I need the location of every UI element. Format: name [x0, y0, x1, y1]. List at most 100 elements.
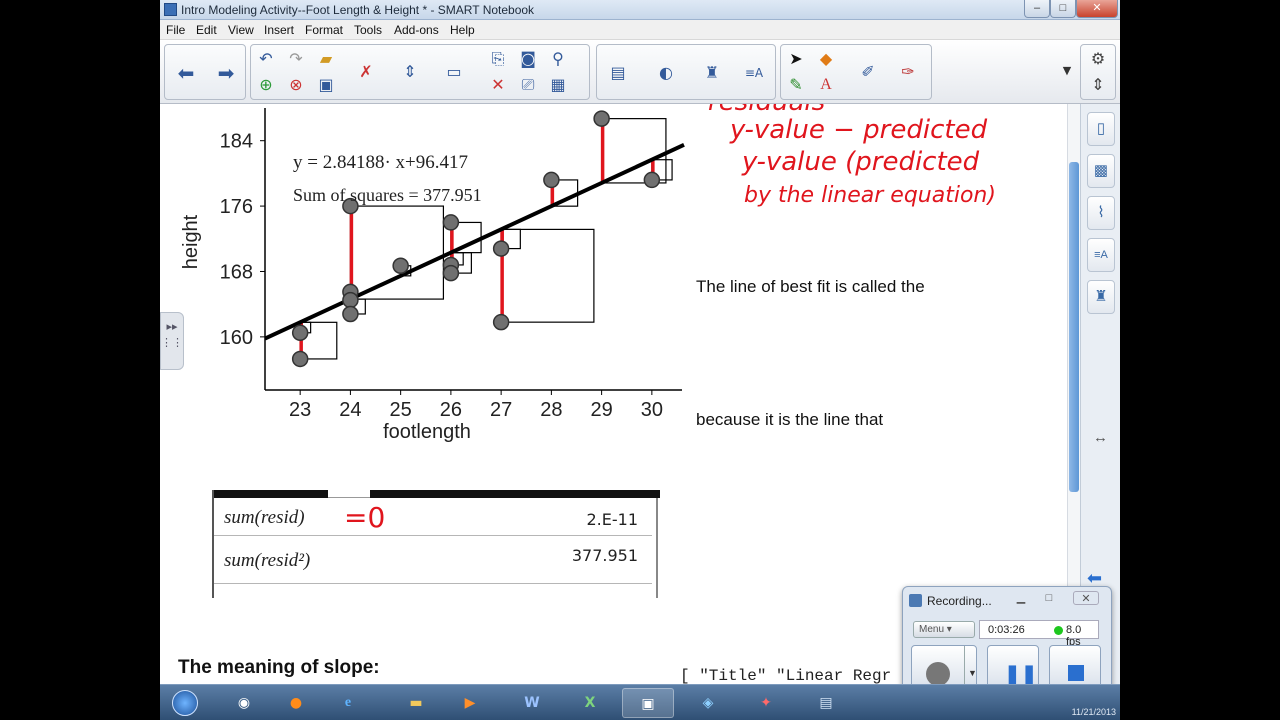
- gear-icon[interactable]: ⚙: [1087, 48, 1109, 70]
- maximize-button[interactable]: □: [1050, 0, 1076, 18]
- new-page-icon[interactable]: ⊕: [255, 74, 277, 96]
- y-axis-label: height: [180, 214, 202, 269]
- clear-ink-icon[interactable]: ✗: [355, 61, 377, 83]
- table-icon[interactable]: ▦: [547, 74, 569, 96]
- y-tick-label: 160: [220, 327, 253, 349]
- y-tick-label: 176: [220, 196, 253, 218]
- partially-visible-list: [ "Title" "Linear Regr: [680, 667, 892, 684]
- elapsed-time: 0:03:26: [988, 624, 1025, 636]
- menu-addons[interactable]: Add-ons: [394, 23, 439, 37]
- text-icon[interactable]: A: [815, 74, 837, 96]
- previous-page-icon[interactable]: ⬅: [175, 62, 197, 84]
- save-icon[interactable]: ▣: [315, 74, 337, 96]
- magnifier-icon[interactable]: ⚲: [547, 48, 569, 70]
- redo-icon[interactable]: ↷: [285, 48, 307, 70]
- handwriting-line-3: y-value (predicted: [741, 147, 980, 177]
- eraser-icon[interactable]: ✑: [897, 61, 919, 83]
- recorder-close-button[interactable]: ✕: [1073, 591, 1099, 605]
- ti-taskbar-icon[interactable]: ✦: [740, 688, 792, 718]
- menu-help[interactable]: Help: [450, 23, 475, 37]
- data-point: [593, 110, 610, 127]
- firefox-taskbar-icon[interactable]: ●: [270, 688, 322, 718]
- undo-icon[interactable]: ↶: [255, 48, 277, 70]
- data-point: [291, 324, 309, 342]
- internet-explorer-taskbar-icon[interactable]: e: [322, 688, 374, 718]
- scrollbar-thumb[interactable]: [1069, 162, 1079, 492]
- windows-logo-icon: [172, 690, 198, 716]
- windows-taskbar: ◉ ● e ▬ ▶ W X ▣ ◈ ✦ ▤ 11/21/2013: [160, 684, 1120, 720]
- paste-icon[interactable]: ⎘: [487, 48, 509, 70]
- measurement-icon[interactable]: ≡A: [743, 62, 765, 84]
- start-button[interactable]: [164, 688, 208, 718]
- delete-icon[interactable]: ✕: [487, 74, 509, 96]
- best-fit-text: The line of best fit is called the: [696, 277, 925, 296]
- creative-pen-icon[interactable]: ✐: [857, 61, 879, 83]
- move-toolbar-icon[interactable]: ⇕: [1087, 74, 1109, 96]
- media-player-taskbar-icon[interactable]: ▶: [444, 688, 496, 718]
- menu-format[interactable]: Format: [305, 23, 343, 37]
- smart-notebook-taskbar-icon[interactable]: ▣: [622, 688, 674, 718]
- stop-icon: [1068, 665, 1084, 681]
- recorder-icon: [909, 594, 922, 607]
- menu-file[interactable]: File: [166, 23, 185, 37]
- calc-expr-2: sum(resid²): [224, 550, 311, 571]
- display-icon[interactable]: ⎚: [517, 74, 539, 96]
- pens-icon[interactable]: ✎: [785, 74, 807, 96]
- toolbar-settings-group: ⚙ ⇕: [1080, 44, 1116, 100]
- menu-view[interactable]: View: [228, 23, 254, 37]
- residual-square: [500, 228, 595, 323]
- calculator-panel: sum(resid) =0 2.E-11 sum(resid²) 377.951: [212, 490, 660, 598]
- addons-icon[interactable]: ♜: [1087, 280, 1115, 314]
- recorder-maximize-button[interactable]: □: [1039, 591, 1059, 605]
- toolbar-draw-group: ➤ ◆ ✎ A ✐ ✑: [780, 44, 932, 100]
- record-options-icon[interactable]: ▼: [968, 668, 977, 678]
- select-arrow-icon[interactable]: ➤: [785, 48, 807, 70]
- residual-square: [349, 205, 445, 300]
- x-tick-label: 30: [641, 399, 663, 421]
- addon-icon[interactable]: ♜: [701, 62, 723, 84]
- screen-shade-icon[interactable]: ▭: [443, 61, 465, 83]
- document-camera-icon[interactable]: ▤: [607, 62, 629, 84]
- toolbar-dropdown-icon[interactable]: ▼: [1056, 60, 1078, 82]
- menu-insert[interactable]: Insert: [264, 23, 294, 37]
- scatter-plot: 23 24 25 26 27 28 29 30 160 168 176 184 y = 2.84188…: [180, 108, 685, 443]
- recorder-taskbar-icon[interactable]: ▤: [800, 688, 852, 718]
- open-folder-icon[interactable]: ▰: [315, 48, 337, 70]
- chrome-taskbar-icon[interactable]: ◉: [218, 688, 270, 718]
- x-tick-label: 26: [440, 399, 462, 421]
- attachments-icon[interactable]: ⌇: [1087, 196, 1115, 230]
- handwritten-equals-zero: =0: [344, 501, 386, 534]
- recorder-menu-dropdown[interactable]: Menu ▾: [913, 621, 975, 638]
- shapes-icon[interactable]: ◆: [815, 48, 837, 70]
- dropbox-taskbar-icon[interactable]: ◈: [682, 688, 734, 718]
- toolbar: ⬅ ➡ ↶ ↷ ▰ ⊕ ⊗ ▣ ✗ ⇕ ▭ ⎘ ◙ ⚲ ✕ ⎚ ▦ ▤ ◐ ♜ …: [160, 40, 1120, 104]
- menu-edit[interactable]: Edit: [196, 23, 217, 37]
- x-tick-label: 29: [590, 399, 612, 421]
- globe-icon[interactable]: ◐: [655, 62, 677, 84]
- toolbar-tools-group: ▤ ◐ ♜ ≡A: [596, 44, 776, 100]
- menu-tools[interactable]: Tools: [354, 23, 382, 37]
- delete-page-icon[interactable]: ⊗: [285, 74, 307, 96]
- word-taskbar-icon[interactable]: W: [506, 688, 558, 718]
- next-page-icon[interactable]: ➡: [215, 62, 237, 84]
- properties-icon[interactable]: ≡A: [1087, 238, 1115, 272]
- page-sorter-icon[interactable]: ▯: [1087, 112, 1115, 146]
- data-point: [291, 350, 309, 368]
- excel-taskbar-icon[interactable]: X: [564, 688, 616, 718]
- resize-handle-icon[interactable]: ↔: [1093, 429, 1108, 446]
- camera-icon[interactable]: ◙: [517, 48, 539, 70]
- x-tick-label: 28: [540, 399, 562, 421]
- explorer-taskbar-icon[interactable]: ▬: [390, 688, 442, 718]
- close-button[interactable]: ✕: [1076, 0, 1118, 18]
- fps-indicator-icon: [1054, 626, 1063, 635]
- calc-row-sum-resid: sum(resid) =0 2.E-11: [214, 498, 652, 536]
- gallery-icon[interactable]: ▩: [1087, 154, 1115, 188]
- data-point: [342, 305, 359, 323]
- full-screen-icon[interactable]: ⇕: [399, 61, 421, 83]
- x-tick-label: 25: [390, 399, 412, 421]
- recorder-minimize-button[interactable]: ▁: [1011, 591, 1031, 605]
- minimize-button[interactable]: –: [1024, 0, 1050, 18]
- y-tick-label: 184: [220, 131, 253, 153]
- data-point: [342, 291, 359, 309]
- calc-row-sum-resid-squared: sum(resid²) 377.951: [214, 536, 652, 584]
